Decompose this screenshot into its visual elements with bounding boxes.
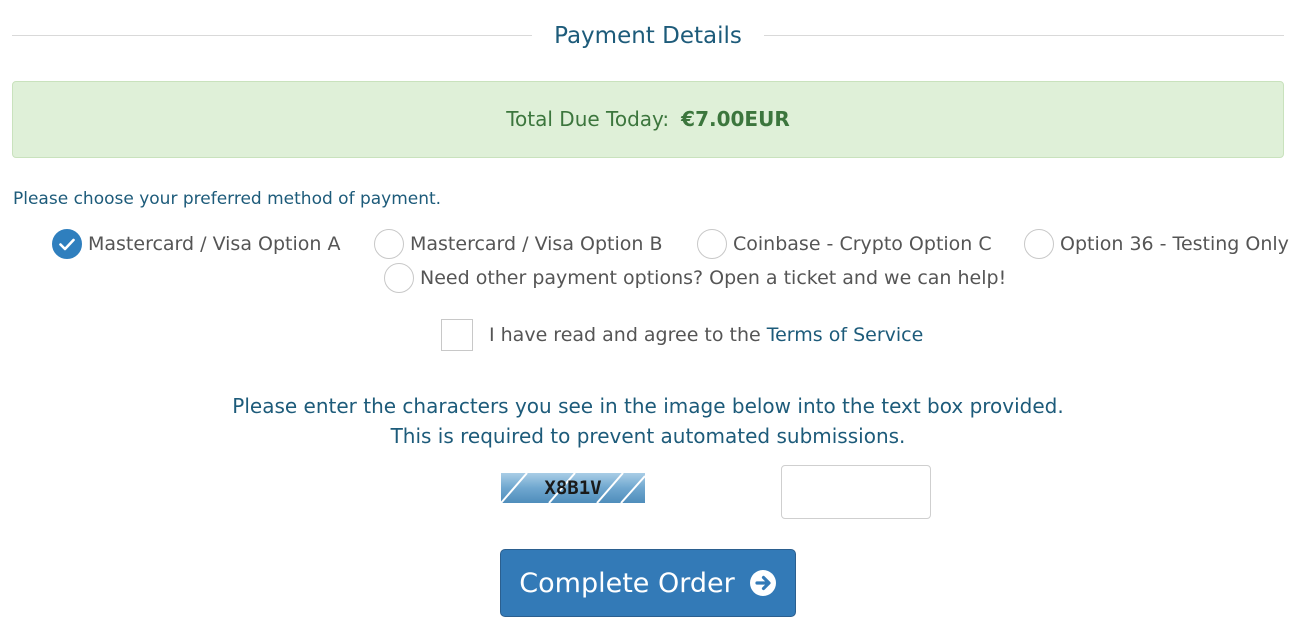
captcha-instruction-line2: This is required to prevent automated su… <box>390 424 906 448</box>
payment-option-label: Option 36 - Testing Only <box>1060 233 1289 255</box>
payment-option-label: Mastercard / Visa Option B <box>410 233 663 255</box>
radio-unselected[interactable] <box>1024 229 1054 259</box>
payment-option-testing[interactable]: Option 36 - Testing Only <box>1024 229 1289 259</box>
section-header: Payment Details <box>12 16 1284 56</box>
radio-unselected[interactable] <box>374 229 404 259</box>
header-divider-right <box>764 35 1284 36</box>
captcha-instruction-line1: Please enter the characters you see in t… <box>232 394 1064 418</box>
terms-checkbox[interactable] <box>441 319 473 351</box>
captcha-characters: X8B1V <box>544 477 601 499</box>
header-divider-left <box>12 35 532 36</box>
terms-text: I have read and agree to the <box>489 324 761 346</box>
payment-details-page: Payment Details Total Due Today: €7.00EUR… <box>0 0 1310 632</box>
captcha-input[interactable] <box>781 465 931 519</box>
total-due-label: Total Due Today: <box>506 107 670 131</box>
captcha-instructions: Please enter the characters you see in t… <box>0 391 1296 451</box>
payment-method-prompt: Please choose your preferred method of p… <box>13 189 442 209</box>
section-title: Payment Details <box>554 23 742 49</box>
payment-option-label: Need other payment options? Open a ticke… <box>420 267 1007 289</box>
radio-unselected[interactable] <box>697 229 727 259</box>
payment-option-other[interactable]: Need other payment options? Open a ticke… <box>384 263 1006 293</box>
radio-unselected[interactable] <box>384 263 414 293</box>
radio-selected[interactable] <box>52 229 82 259</box>
checkmark-icon <box>59 238 75 250</box>
captcha-image: X8B1V <box>501 473 645 503</box>
captcha-graphic: X8B1V <box>501 473 645 503</box>
total-due-box: Total Due Today: €7.00EUR <box>12 81 1284 158</box>
terms-of-service-link[interactable]: Terms of Service <box>767 324 924 346</box>
complete-order-label: Complete Order <box>519 567 735 599</box>
terms-agreement: I have read and agree to the Terms of Se… <box>441 319 923 351</box>
complete-order-button[interactable]: Complete Order <box>500 549 796 617</box>
payment-option-coinbase-crypto-c[interactable]: Coinbase - Crypto Option C <box>697 229 992 259</box>
arrow-circle-right-icon <box>749 569 777 597</box>
payment-option-mastercard-visa-a[interactable]: Mastercard / Visa Option A <box>52 229 340 259</box>
total-due-amount: €7.00EUR <box>681 107 790 131</box>
payment-option-label: Mastercard / Visa Option A <box>88 233 341 255</box>
payment-option-label: Coinbase - Crypto Option C <box>733 233 992 255</box>
payment-option-mastercard-visa-b[interactable]: Mastercard / Visa Option B <box>374 229 663 259</box>
